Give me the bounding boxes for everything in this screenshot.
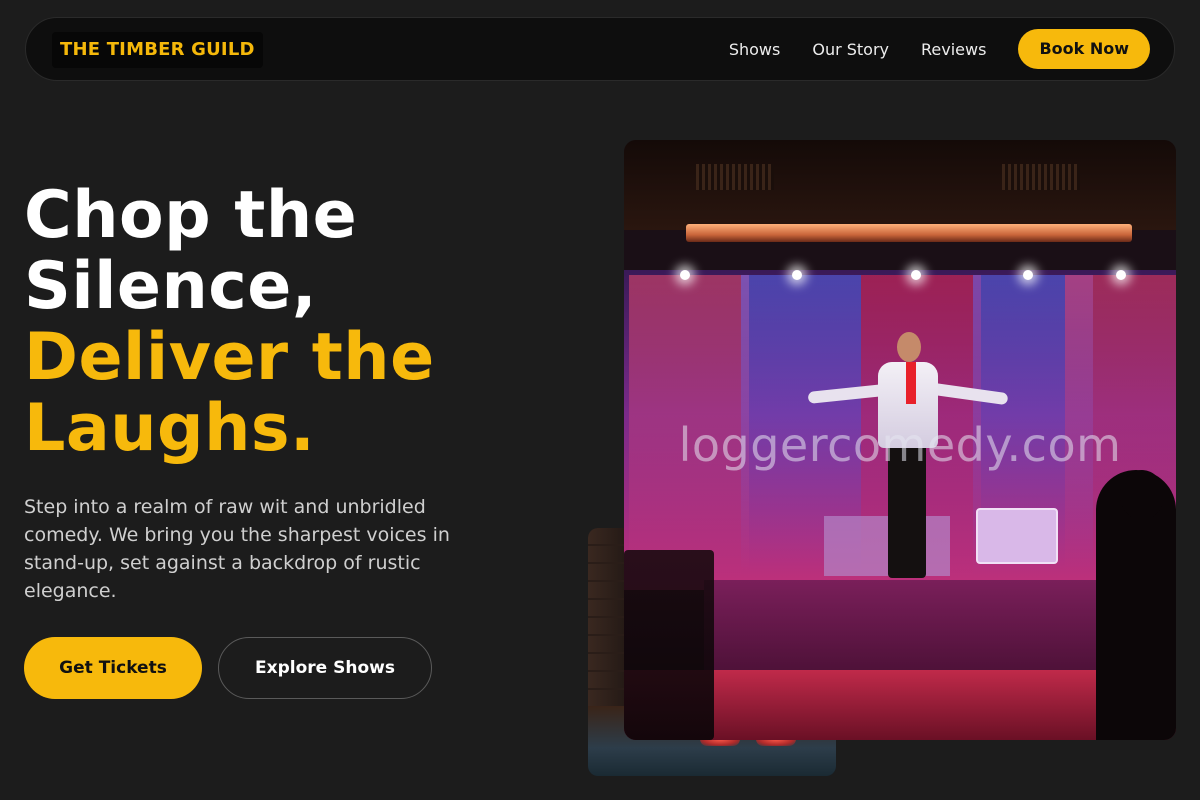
spotlight bbox=[1023, 270, 1033, 280]
nav-links: Shows Our Story Reviews Book Now bbox=[729, 28, 1150, 70]
nav-link-our-story[interactable]: Our Story bbox=[812, 40, 889, 59]
nav-link-shows[interactable]: Shows bbox=[729, 40, 781, 59]
spotlight bbox=[680, 270, 690, 280]
explore-shows-button[interactable]: Explore Shows bbox=[218, 637, 432, 699]
audience-silhouette-head bbox=[1120, 470, 1164, 520]
hero-headline: Chop the Silence, Deliver the Laughs. bbox=[24, 180, 584, 464]
brick-wall bbox=[588, 528, 628, 708]
hero-subtext: Step into a realm of raw wit and unbridl… bbox=[24, 496, 450, 602]
top-nav: THE TIMBER GUILD Shows Our Story Reviews… bbox=[25, 17, 1175, 81]
stage-prop-board bbox=[824, 516, 950, 576]
performer-head bbox=[897, 332, 921, 362]
spotlight bbox=[1116, 270, 1126, 280]
book-now-button[interactable]: Book Now bbox=[1018, 29, 1150, 69]
spotlight bbox=[911, 270, 921, 280]
comedian-on-stage-photo: loggercomedy.com bbox=[624, 140, 1176, 740]
spotlight bbox=[792, 270, 802, 280]
stage-prop-crate bbox=[976, 508, 1058, 564]
get-tickets-button[interactable]: Get Tickets bbox=[24, 637, 202, 699]
headline-white: Chop the Silence, bbox=[24, 178, 358, 324]
headline-accent: Deliver the Laughs. bbox=[24, 320, 435, 466]
brand-logo[interactable]: THE TIMBER GUILD bbox=[52, 32, 263, 68]
light-truss bbox=[686, 224, 1132, 242]
ceiling-vent bbox=[696, 164, 774, 190]
nav-link-reviews[interactable]: Reviews bbox=[921, 40, 986, 59]
audience-chair bbox=[624, 550, 714, 740]
watermark-text: loggercomedy.com bbox=[678, 418, 1122, 472]
ceiling-vent bbox=[1002, 164, 1080, 190]
performer-scarf bbox=[906, 362, 916, 404]
